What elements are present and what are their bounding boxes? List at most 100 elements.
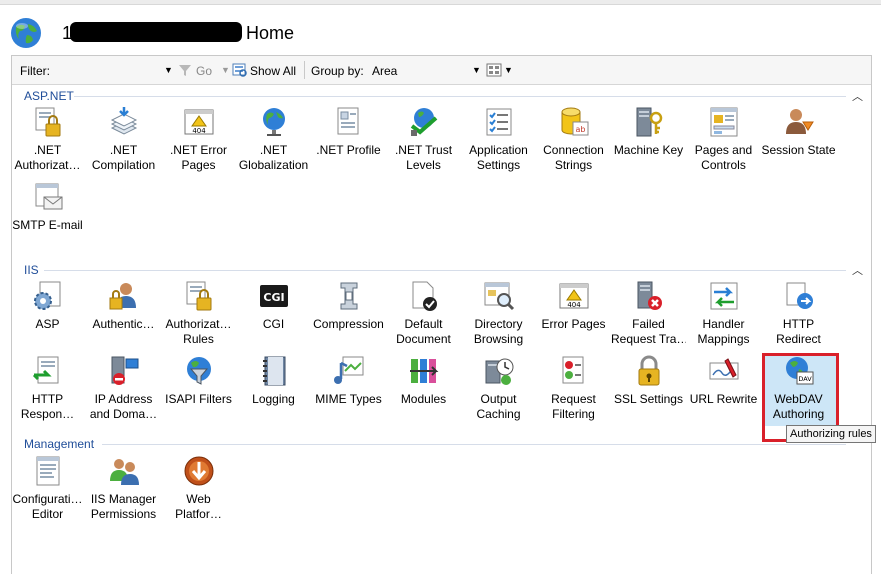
authorization-rules-lock-icon	[186, 281, 211, 311]
collapse-iis-chevron-icon[interactable]: ︿	[852, 262, 863, 278]
tile-iis-manager-permissions[interactable]: IIS Manager Permissions	[86, 455, 161, 522]
logging-notebook-icon	[262, 356, 285, 386]
tile-url-rewrite[interactable]: URL Rewrite	[686, 355, 761, 407]
error-page-icon: 404	[184, 109, 213, 135]
tile-smtp-email[interactable]: SMTP E-mail	[10, 181, 85, 233]
show-all-button[interactable]: Show All	[250, 64, 296, 78]
tile-label: HTTP Redirect	[776, 317, 821, 346]
view-mode-dropdown-arrow-icon[interactable]: ▼	[504, 65, 513, 75]
tile-handler-mappings[interactable]: Handler Mappings	[686, 280, 761, 347]
tile-label: Handler Mappings	[697, 317, 750, 346]
tile-label: Configurati… Editor	[12, 492, 83, 521]
tile-compression[interactable]: Compression	[311, 280, 386, 332]
tile-label: Logging	[252, 392, 295, 406]
pages-controls-icon	[710, 107, 737, 137]
globalization-globe-icon	[262, 108, 285, 136]
page-header: 1 Home	[0, 5, 881, 51]
asp-gear-icon	[33, 281, 60, 310]
group-by-dropdown-arrow-icon[interactable]: ▼	[472, 65, 481, 75]
tile-modules[interactable]: Modules	[386, 355, 461, 407]
tile-label: Compression	[313, 317, 384, 331]
tile-label: IP Address and Doma…	[89, 392, 158, 421]
tile-ip-address-domain[interactable]: IP Address and Doma…	[86, 355, 161, 422]
tile-label: Session State	[761, 143, 836, 157]
tooltip: Authorizing rules	[786, 425, 876, 443]
tile-label: .NET Authorizat…	[14, 143, 81, 172]
tile-label: SMTP E-mail	[12, 218, 83, 232]
svg-text:ab: ab	[575, 125, 585, 134]
compilation-icon	[110, 107, 137, 135]
configuration-editor-icon	[36, 456, 59, 486]
application-settings-icon	[486, 108, 511, 136]
tile-logging[interactable]: Logging	[236, 355, 311, 407]
tile-cgi[interactable]: CGI CGI	[236, 280, 311, 332]
tile-error-pages[interactable]: 404 Error Pages	[536, 280, 611, 332]
tile-session-state[interactable]: Session State	[761, 106, 836, 158]
tile-label: Failed Request Tra…	[611, 317, 686, 346]
section-divider	[74, 96, 846, 97]
filter-dropdown-arrow-icon[interactable]: ▼	[164, 65, 173, 75]
go-dropdown-arrow-icon[interactable]: ▼	[221, 65, 230, 75]
tile-failed-request-tracing[interactable]: Failed Request Tra…	[611, 280, 686, 347]
view-mode-icon[interactable]	[486, 63, 502, 77]
tile-output-caching[interactable]: Output Caching	[461, 355, 536, 422]
tile-label: Error Pages	[541, 317, 606, 331]
authorization-lock-icon	[35, 107, 60, 137]
toolbar-divider	[304, 61, 305, 79]
tile-authorization-rules[interactable]: Authorizat… Rules	[161, 280, 236, 347]
http-response-headers-icon	[32, 356, 58, 384]
tile-net-globalization[interactable]: .NET Globalization	[236, 106, 311, 173]
funnel-icon	[179, 65, 191, 76]
go-button[interactable]: Go	[196, 64, 212, 78]
collapse-aspnet-chevron-icon[interactable]: ︿	[852, 88, 863, 104]
tile-application-settings[interactable]: Application Settings	[461, 106, 536, 173]
section-management: Management	[24, 437, 95, 451]
tile-label: SSL Settings	[614, 392, 683, 406]
globe-icon	[11, 18, 41, 48]
tile-machine-key[interactable]: Machine Key	[611, 106, 686, 158]
failed-request-tracing-icon	[637, 281, 662, 310]
filter-input[interactable]	[62, 61, 172, 79]
tile-authentication[interactable]: Authentic…	[86, 280, 161, 332]
tile-label: Pages and Controls	[694, 143, 753, 172]
tile-net-error-pages[interactable]: 404 .NET Error Pages	[161, 106, 236, 173]
tile-asp[interactable]: ASP	[10, 280, 85, 332]
tile-connection-strings[interactable]: ab Connection Strings	[536, 106, 611, 173]
tile-net-trust-levels[interactable]: .NET Trust Levels	[386, 106, 461, 173]
tile-label: HTTP Respon…	[20, 392, 75, 421]
tile-ssl-settings[interactable]: SSL Settings	[611, 355, 686, 407]
directory-browsing-icon	[484, 282, 514, 311]
tile-label: Output Caching	[476, 392, 521, 421]
tile-default-document[interactable]: Default Document	[386, 280, 461, 347]
tile-label: Web Platfor…	[175, 492, 222, 521]
default-document-icon	[412, 281, 437, 311]
tile-label: .NET Profile	[316, 143, 381, 157]
tile-request-filtering[interactable]: Request Filtering	[536, 355, 611, 422]
tile-http-redirect[interactable]: HTTP Redirect	[761, 280, 836, 347]
tile-label: Authentic…	[92, 317, 155, 331]
filter-label: Filter:	[20, 64, 50, 78]
tile-net-profile[interactable]: .NET Profile	[311, 106, 386, 158]
tile-label: Machine Key	[613, 143, 684, 157]
tile-pages-and-controls[interactable]: Pages and Controls	[686, 106, 761, 173]
tile-mime-types[interactable]: MIME Types	[311, 355, 386, 407]
tile-directory-browsing[interactable]: Directory Browsing	[461, 280, 536, 347]
tile-label: URL Rewrite	[689, 392, 758, 406]
tile-isapi-filters[interactable]: ISAPI Filters	[161, 355, 236, 407]
tile-configuration-editor[interactable]: Configurati… Editor	[10, 455, 85, 522]
svg-text:CGI: CGI	[263, 291, 284, 304]
trust-levels-icon	[410, 108, 437, 136]
tile-label: Directory Browsing	[473, 317, 524, 346]
group-by-select[interactable]: Area	[372, 64, 397, 78]
section-aspnet: ASP.NET	[24, 89, 74, 103]
tile-web-platform[interactable]: Web Platfor…	[161, 455, 236, 522]
tile-net-compilation[interactable]: .NET Compilation	[86, 106, 161, 173]
tile-label: ASP	[35, 317, 60, 331]
tile-http-response-headers[interactable]: HTTP Respon…	[10, 355, 85, 422]
svg-text:404: 404	[567, 301, 581, 309]
tile-label: Authorizat… Rules	[165, 317, 232, 346]
cgi-icon: CGI	[259, 285, 288, 307]
redacted-server-name	[70, 22, 242, 42]
tile-net-authorization[interactable]: .NET Authorizat…	[10, 106, 85, 173]
filter-toolbar: Filter: ▼ Go ▼ Show All Group by: Area ▼…	[12, 56, 871, 85]
